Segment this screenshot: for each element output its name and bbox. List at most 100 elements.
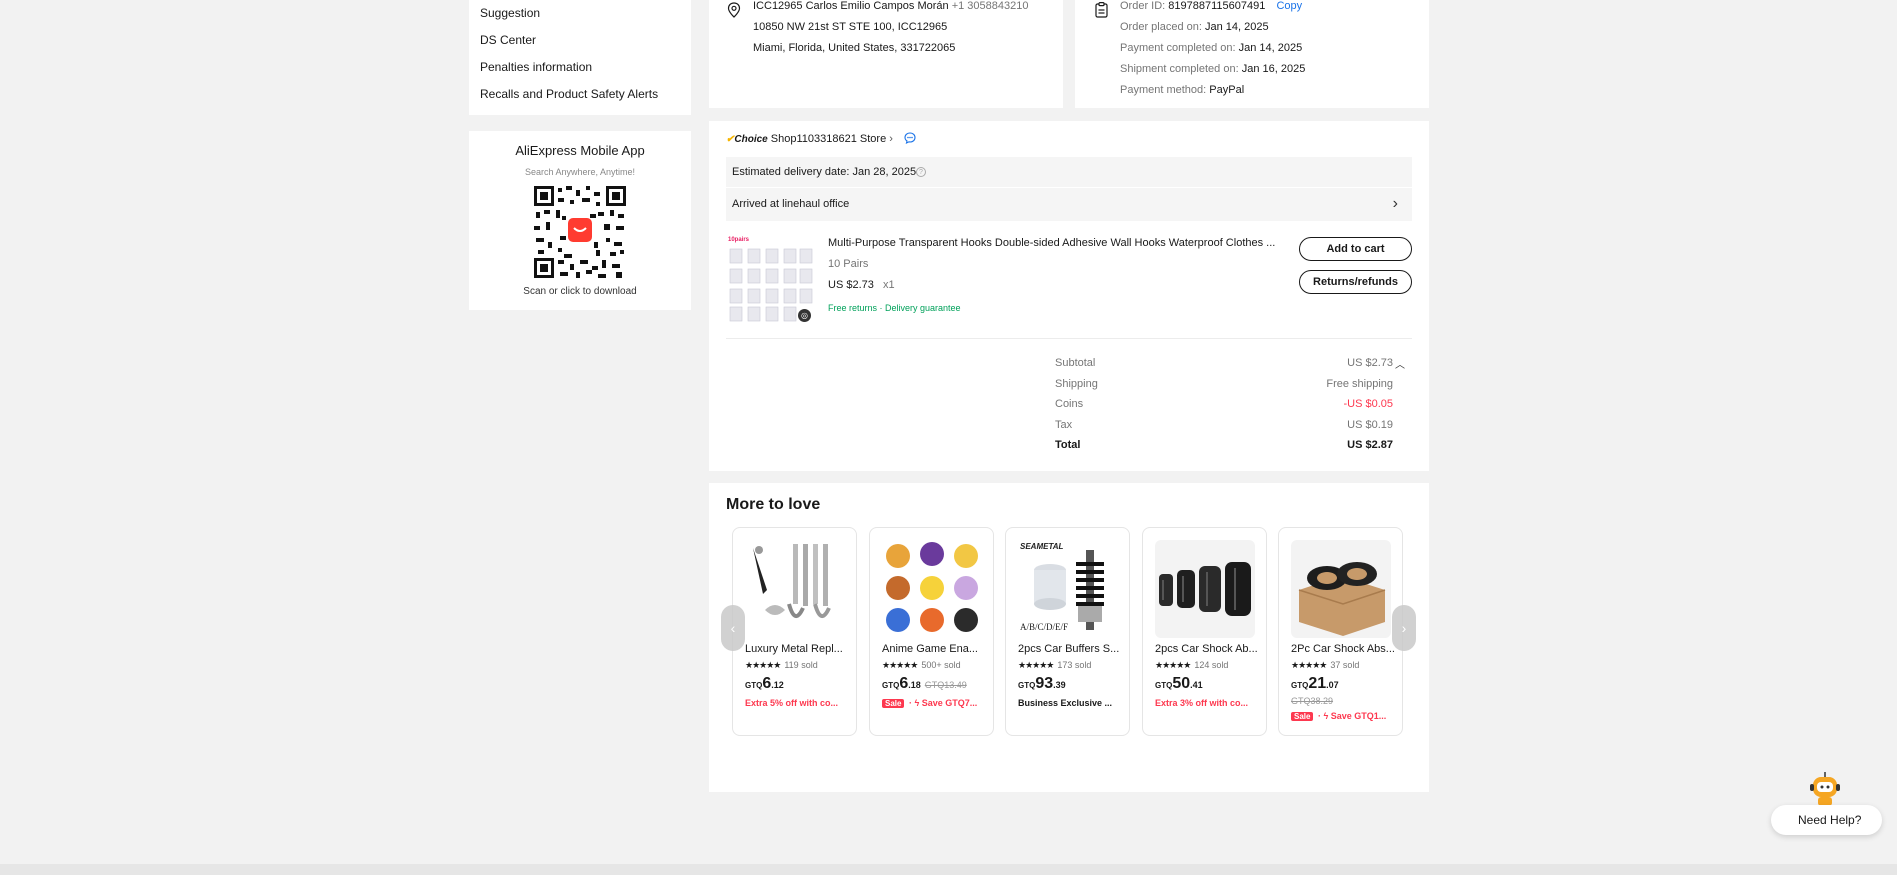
product-name: 2pcs Car Shock Ab... bbox=[1155, 643, 1258, 655]
order-placed-line: Order placed on: Jan 14, 2025 bbox=[1120, 21, 1269, 33]
product-image bbox=[882, 540, 982, 638]
product-promo: Sale · ϟ Save GTQ1... bbox=[1291, 711, 1395, 721]
store-order-card: ✔Choice Shop1103318621 Store › Estimated… bbox=[709, 121, 1429, 471]
help-circle-icon[interactable]: ? bbox=[916, 167, 926, 177]
summary-total: Total US $2.87 bbox=[1055, 439, 1393, 451]
app-card-title: AliExpress Mobile App bbox=[515, 143, 645, 158]
more-to-love-title: More to love bbox=[726, 496, 821, 513]
item-service-tags: Free returns · Delivery guarantee bbox=[828, 303, 961, 313]
shipment-completed-value: Jan 16, 2025 bbox=[1241, 63, 1306, 75]
tracking-status-row[interactable]: Arrived at linehaul office › bbox=[726, 188, 1412, 221]
mobile-app-card[interactable]: AliExpress Mobile App Search Anywhere, A… bbox=[469, 131, 691, 310]
product-image bbox=[1155, 540, 1255, 638]
product-thumbnail[interactable]: 10pairs ◎ bbox=[726, 235, 814, 323]
summary-coins: Coins -US $0.05 bbox=[1055, 398, 1393, 410]
product-card[interactable]: 2Pc Car Shock Abs... ★★★★★ 37 sold GTQ21.… bbox=[1278, 527, 1403, 736]
app-card-caption: Scan or click to download bbox=[523, 286, 637, 297]
payment-method-line: Payment method: PayPal bbox=[1120, 84, 1244, 96]
payment-method-value: PayPal bbox=[1209, 84, 1245, 96]
product-price: GTQ50.41 bbox=[1155, 675, 1203, 692]
chevron-up-icon[interactable]: ︿ bbox=[1395, 356, 1405, 371]
product-price: GTQ6.18 GTQ13.49 bbox=[882, 675, 967, 692]
shipping-address-card: ICC12965 Carlos Emilio Campos Morán +1 3… bbox=[709, 0, 1063, 108]
assistant-robot-icon[interactable] bbox=[1809, 771, 1841, 807]
item-price-line: US $2.73 x1 bbox=[828, 279, 895, 291]
summary-tax: Tax US $0.19 bbox=[1055, 419, 1393, 431]
add-to-cart-button[interactable]: Add to cart bbox=[1299, 237, 1412, 261]
payment-completed-label: Payment completed on: bbox=[1120, 42, 1236, 54]
store-name[interactable]: Shop1103318621 Store bbox=[771, 133, 886, 145]
total-value: US $2.87 bbox=[1347, 439, 1393, 451]
subtotal-value: US $2.73 bbox=[1347, 357, 1393, 369]
order-info-card: Order ID: 8197887115607491 Copy Order pl… bbox=[1075, 0, 1429, 108]
product-card[interactable]: 2pcs Car Shock Ab... ★★★★★ 124 sold GTQ50… bbox=[1142, 527, 1267, 736]
product-card[interactable]: SEAMETAL A/B/C/D/E/F 2pcs Car Buffers S.… bbox=[1005, 527, 1130, 736]
divider bbox=[726, 338, 1412, 339]
product-price: GTQ6.12 bbox=[745, 675, 784, 692]
product-image: SEAMETAL A/B/C/D/E/F bbox=[1018, 540, 1118, 638]
recipient-phone: +1 3058843210 bbox=[951, 0, 1029, 12]
tax-value: US $0.19 bbox=[1347, 419, 1393, 431]
product-name: 2pcs Car Buffers S... bbox=[1018, 643, 1120, 655]
store-header[interactable]: ✔Choice Shop1103318621 Store › bbox=[726, 132, 916, 145]
address-name-line: ICC12965 Carlos Emilio Campos Morán +1 3… bbox=[753, 0, 1028, 12]
star-rating-icon: ★★★★★ bbox=[1291, 660, 1327, 670]
product-name: Anime Game Ena... bbox=[882, 643, 978, 655]
carousel-prev-arrow-icon[interactable]: ‹ bbox=[721, 605, 745, 651]
shipment-completed-label: Shipment completed on: bbox=[1120, 63, 1239, 75]
chevron-right-icon: › bbox=[889, 133, 893, 145]
product-card[interactable]: Anime Game Ena... ★★★★★ 500+ sold GTQ6.18… bbox=[869, 527, 994, 736]
product-promo: Sale · ϟ Save GTQ7... bbox=[882, 698, 986, 708]
sidebar-link-suggestion[interactable]: Suggestion bbox=[480, 6, 540, 20]
image-search-icon[interactable]: ◎ bbox=[798, 309, 811, 322]
tracking-status-text: Arrived at linehaul office bbox=[732, 198, 850, 210]
product-promo: Extra 5% off with co... bbox=[745, 698, 839, 708]
product-price: GTQ21.07 bbox=[1291, 675, 1339, 692]
address-line-2: Miami, Florida, United States, 331722065 bbox=[753, 42, 956, 54]
order-id-line: Order ID: 8197887115607491 Copy bbox=[1120, 0, 1302, 12]
item-title[interactable]: Multi-Purpose Transparent Hooks Double-s… bbox=[828, 237, 1278, 249]
thumbnail-label: 10pairs bbox=[728, 237, 750, 243]
chevron-right-icon: › bbox=[1392, 195, 1398, 212]
sidebar-link-recalls[interactable]: Recalls and Product Safety Alerts bbox=[480, 87, 658, 101]
svg-text:A/B/C/D/E/F: A/B/C/D/E/F bbox=[1020, 622, 1068, 632]
item-variant: 10 Pairs bbox=[828, 258, 869, 270]
need-help-button[interactable]: Need Help? bbox=[1771, 805, 1882, 835]
product-rating: ★★★★★ 500+ sold bbox=[882, 660, 961, 670]
product-original-price: GTQ38.29 bbox=[1291, 696, 1334, 706]
sale-badge: Sale bbox=[882, 699, 905, 708]
item-quantity: x1 bbox=[882, 279, 895, 291]
payment-method-label: Payment method: bbox=[1120, 84, 1207, 96]
product-card[interactable]: Luxury Metal Repl... ★★★★★ 119 sold GTQ6.… bbox=[732, 527, 857, 736]
delivery-estimate-row: Estimated delivery date: Jan 28, 2025 ? bbox=[726, 157, 1412, 187]
product-image bbox=[745, 540, 845, 638]
app-card-subtitle: Search Anywhere, Anytime! bbox=[524, 167, 636, 177]
order-id-label: Order ID: bbox=[1120, 0, 1166, 12]
location-pin-icon bbox=[727, 2, 741, 18]
coins-value: -US $0.05 bbox=[1343, 398, 1393, 410]
sidebar-link-penalties[interactable]: Penalties information bbox=[480, 60, 592, 74]
chat-bubble-icon[interactable] bbox=[904, 132, 916, 145]
carousel-next-arrow-icon[interactable]: › bbox=[1392, 605, 1416, 651]
footer-bar bbox=[0, 864, 1897, 875]
qr-code-icon[interactable] bbox=[534, 186, 626, 278]
order-placed-label: Order placed on: bbox=[1120, 21, 1202, 33]
sidebar-link-ds-center[interactable]: DS Center bbox=[480, 33, 536, 47]
product-rating: ★★★★★ 37 sold bbox=[1291, 660, 1360, 670]
copy-order-id-link[interactable]: Copy bbox=[1276, 0, 1302, 12]
star-rating-icon: ★★★★★ bbox=[1018, 660, 1054, 670]
product-rating: ★★★★★ 124 sold bbox=[1155, 660, 1229, 670]
payment-completed-value: Jan 14, 2025 bbox=[1238, 42, 1303, 54]
shipment-completed-line: Shipment completed on: Jan 16, 2025 bbox=[1120, 63, 1305, 75]
shipping-value: Free shipping bbox=[1326, 378, 1393, 390]
product-rating: ★★★★★ 173 sold bbox=[1018, 660, 1092, 670]
svg-text:SEAMETAL: SEAMETAL bbox=[1020, 542, 1064, 551]
recipient-name: ICC12965 Carlos Emilio Campos Morán bbox=[753, 0, 949, 12]
returns-refunds-button[interactable]: Returns/refunds bbox=[1299, 270, 1412, 294]
star-rating-icon: ★★★★★ bbox=[882, 660, 918, 670]
delivery-estimate-text: Estimated delivery date: Jan 28, 2025 bbox=[732, 166, 917, 178]
address-line-1: 10850 NW 21st ST STE 100, ICC12965 bbox=[753, 21, 948, 33]
product-promo: Extra 3% off with co... bbox=[1155, 698, 1249, 708]
star-rating-icon: ★★★★★ bbox=[745, 660, 781, 670]
order-id-value: 8197887115607491 bbox=[1168, 0, 1266, 12]
